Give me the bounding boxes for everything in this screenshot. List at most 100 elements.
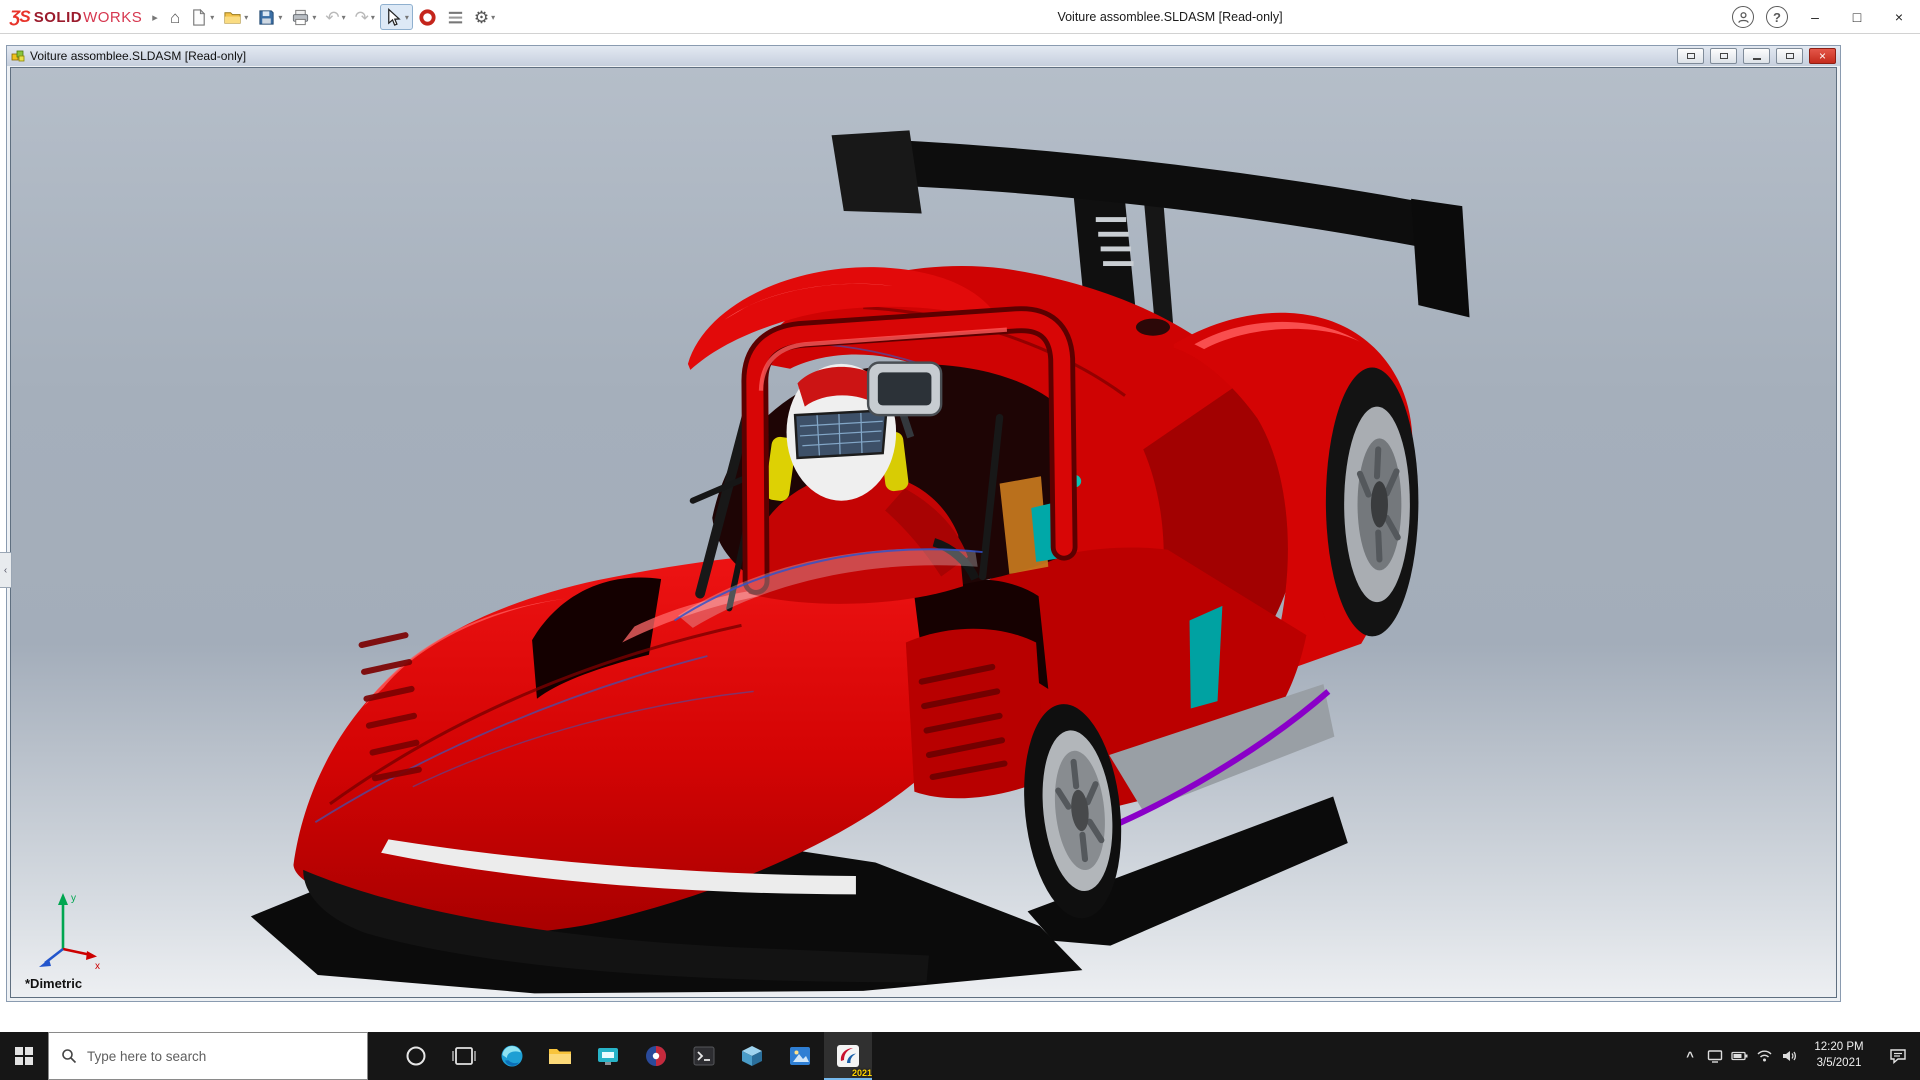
- 3dexperience-button[interactable]: [632, 1032, 680, 1080]
- y-axis-arrow: [58, 893, 68, 905]
- undo-icon: ↶: [325, 9, 339, 26]
- app-window-controls: ? – □ ×: [1726, 0, 1920, 34]
- solidworks-2021-button[interactable]: 2021: [824, 1032, 872, 1080]
- save-button[interactable]: ▾: [253, 4, 286, 30]
- z-axis-arrow: [39, 959, 51, 967]
- task-view-button[interactable]: [440, 1032, 488, 1080]
- document-title: Voiture assomblee.SLDASM [Read-only]: [30, 49, 246, 63]
- select-tool-button[interactable]: ▾: [380, 4, 413, 30]
- dropdown-arrow-icon[interactable]: ▾: [312, 13, 316, 22]
- taskbar-clock[interactable]: 12:20 PM 3/5/2021: [1802, 1040, 1876, 1071]
- view-orientation-label: *Dimetric: [25, 976, 82, 991]
- console-icon: [691, 1043, 717, 1069]
- options-button[interactable]: ⚙ ▾: [470, 4, 499, 30]
- graphics-viewport[interactable]: y x *Dimetric: [10, 67, 1837, 998]
- edge-button[interactable]: [488, 1032, 536, 1080]
- dropdown-arrow-icon[interactable]: ▾: [405, 13, 409, 22]
- document-window: Voiture assomblee.SLDASM [Read-only] ×: [6, 45, 1841, 1002]
- tray-app-button[interactable]: [1702, 1032, 1727, 1080]
- app-window-title: Voiture assomblee.SLDASM [Read-only]: [1020, 0, 1320, 34]
- app-minimize-button[interactable]: –: [1794, 0, 1836, 34]
- new-document-button[interactable]: ▾: [185, 4, 218, 30]
- dropdown-arrow-icon[interactable]: ▾: [244, 13, 248, 22]
- document-titlebar[interactable]: Voiture assomblee.SLDASM [Read-only] ×: [7, 46, 1840, 66]
- solidworks-year-badge: 2021: [852, 1068, 872, 1078]
- solidworks-file-button[interactable]: [728, 1032, 776, 1080]
- dropdown-arrow-icon[interactable]: ▾: [210, 13, 214, 22]
- brand-text-solid: SOLID: [34, 9, 82, 26]
- dropdown-arrow-icon[interactable]: ▾: [342, 13, 346, 22]
- save-icon: [257, 8, 276, 27]
- photos-button[interactable]: [776, 1032, 824, 1080]
- door-glass[interactable]: [1190, 606, 1223, 709]
- clock-date: 3/5/2021: [1802, 1056, 1876, 1072]
- doc-restore-button[interactable]: [1776, 48, 1803, 64]
- wifi-icon: [1756, 1048, 1773, 1064]
- file-explorer-button[interactable]: [536, 1032, 584, 1080]
- assembly-document-icon: [11, 49, 25, 63]
- mdi-workspace: Voiture assomblee.SLDASM [Read-only] ×: [0, 35, 1920, 1032]
- x-axis-label: x: [95, 961, 100, 971]
- app-close-button[interactable]: ×: [1878, 0, 1920, 34]
- menu-flyout-arrow[interactable]: ▸: [152, 11, 158, 24]
- cortana-button[interactable]: [392, 1032, 440, 1080]
- feature-manager-collapsed-tab[interactable]: ‹: [0, 552, 12, 588]
- dropdown-arrow-icon[interactable]: ▾: [371, 13, 375, 22]
- display-options-button[interactable]: [442, 4, 469, 30]
- cortana-icon: [403, 1043, 429, 1069]
- volume-button[interactable]: [1777, 1032, 1802, 1080]
- options-gear-icon: ⚙: [474, 9, 489, 26]
- command-prompt-button[interactable]: [680, 1032, 728, 1080]
- dropdown-arrow-icon[interactable]: ▾: [278, 13, 282, 22]
- print-button[interactable]: ▾: [287, 4, 320, 30]
- search-icon: [61, 1048, 77, 1064]
- clock-time: 12:20 PM: [1802, 1040, 1876, 1056]
- doc-pane-button-2[interactable]: [1710, 48, 1737, 64]
- mouse-gestures-button[interactable]: [414, 4, 441, 30]
- battery-button[interactable]: [1727, 1032, 1752, 1080]
- redo-button[interactable]: ↷ ▾: [351, 4, 379, 30]
- close-icon: ×: [1819, 49, 1826, 63]
- user-icon: [1737, 11, 1750, 24]
- open-folder-icon: [223, 8, 242, 27]
- store-icon: [595, 1043, 621, 1069]
- undo-button[interactable]: ↶ ▾: [321, 4, 349, 30]
- dropdown-arrow-icon[interactable]: ▾: [491, 13, 495, 22]
- action-center-button[interactable]: [1876, 1032, 1920, 1080]
- redo-icon: ↷: [355, 9, 369, 26]
- help-button[interactable]: ?: [1766, 6, 1788, 28]
- minimize-icon: –: [1811, 9, 1819, 25]
- store-button[interactable]: [584, 1032, 632, 1080]
- battery-icon: [1731, 1048, 1748, 1064]
- doc-pane-button-1[interactable]: [1677, 48, 1704, 64]
- properties-list-icon: [446, 8, 465, 27]
- taskbar-search[interactable]: [48, 1032, 368, 1080]
- minimize-icon: [1753, 58, 1761, 60]
- brand-text-works: WORKS: [83, 9, 142, 26]
- solidworks-logo: ƷS SOLID WORKS ▸: [10, 0, 158, 34]
- start-button[interactable]: [0, 1032, 48, 1080]
- doc-close-button[interactable]: ×: [1809, 48, 1836, 64]
- edge-icon: [499, 1043, 525, 1069]
- network-button[interactable]: [1752, 1032, 1777, 1080]
- home-icon: ⌂: [170, 9, 180, 26]
- 3dexperience-compass-icon: [643, 1043, 669, 1069]
- window-pane-icon: [1720, 53, 1728, 59]
- orientation-triad[interactable]: y x: [31, 889, 105, 971]
- y-axis-label: y: [71, 893, 76, 904]
- doc-minimize-button[interactable]: [1743, 48, 1770, 64]
- search-input[interactable]: [87, 1049, 337, 1064]
- speaker-icon: [1781, 1048, 1798, 1064]
- tray-expand-button[interactable]: ^: [1678, 1049, 1702, 1064]
- app-maximize-button[interactable]: □: [1836, 0, 1878, 34]
- window-pane-icon: [1687, 53, 1695, 59]
- monitor-tray-icon: [1707, 1048, 1723, 1064]
- account-button[interactable]: [1732, 6, 1754, 28]
- x-axis-arrow: [86, 951, 97, 960]
- solidworks-app-icon: [835, 1043, 861, 1069]
- 3d-model-car-assembly[interactable]: [11, 68, 1836, 997]
- open-button[interactable]: ▾: [219, 4, 252, 30]
- print-icon: [291, 8, 310, 27]
- home-button[interactable]: ⌂: [166, 4, 184, 30]
- document-window-controls: ×: [1677, 48, 1836, 64]
